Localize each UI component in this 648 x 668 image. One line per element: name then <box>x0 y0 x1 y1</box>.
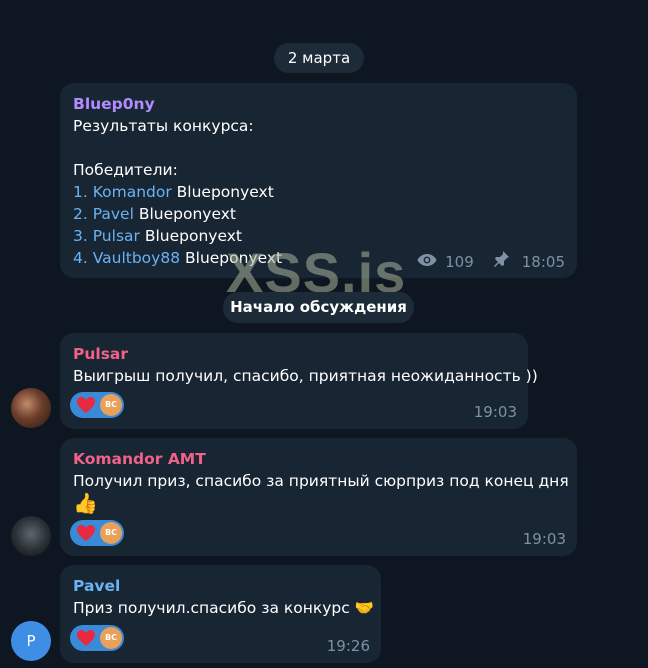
comment-text: Получил приз, спасибо за приятный сюрпри… <box>73 472 569 490</box>
date-separator: 2 марта <box>274 43 364 73</box>
winner-link[interactable]: Pulsar <box>93 227 140 245</box>
message-time: 19:03 <box>522 530 566 548</box>
message-time: 19:03 <box>473 403 517 421</box>
winner-row: 3. Pulsar Blueponyext <box>73 225 564 247</box>
reaction-avatar: ВС <box>100 522 122 544</box>
post-sender[interactable]: Bluep0ny <box>73 93 564 115</box>
winner-number: 3. <box>73 227 88 245</box>
reaction-chip[interactable]: ВС <box>70 392 124 418</box>
avatar[interactable]: P <box>11 621 51 661</box>
comment-message: Pavel Приз получил.спасибо за конкурс 🤝 … <box>60 565 381 663</box>
winner-suffix: Blueponyext <box>185 249 283 267</box>
heart-icon <box>77 525 95 541</box>
pin-icon <box>492 250 510 274</box>
eye-icon <box>417 251 437 273</box>
winner-suffix: Blueponyext <box>144 227 242 245</box>
winner-link[interactable]: Komandor <box>93 183 172 201</box>
heart-icon <box>77 630 95 646</box>
comment-message: Pulsar Выигрыш получил, спасибо, приятна… <box>60 333 538 429</box>
comment-sender[interactable]: Pulsar <box>73 343 515 365</box>
reaction-avatar: ВС <box>100 394 122 416</box>
reaction-chip[interactable]: ВС <box>70 520 124 546</box>
winner-link[interactable]: Vaultboy88 <box>93 249 180 267</box>
comment-message: Komandor AMT Получил приз, спасибо за пр… <box>60 438 577 556</box>
winner-suffix: Blueponyext <box>176 183 274 201</box>
winner-row: 2. Pavel Blueponyext <box>73 203 564 225</box>
post-meta: 109 18:05 <box>417 250 565 274</box>
emoji-line: 👍 <box>73 492 564 516</box>
post-time: 18:05 <box>521 253 565 271</box>
post-heading: Результаты конкурса: <box>73 117 254 135</box>
winner-link[interactable]: Pavel <box>93 205 134 223</box>
reaction-chip[interactable]: ВС <box>70 625 124 651</box>
channel-post: Bluep0ny Результаты конкурса: Победители… <box>60 83 577 278</box>
winner-number: 1. <box>73 183 88 201</box>
heart-icon <box>77 397 95 413</box>
winner-row: 1. Komandor Blueponyext <box>73 181 564 203</box>
reaction-avatar: ВС <box>100 627 122 649</box>
comment-sender[interactable]: Komandor AMT <box>73 448 564 470</box>
avatar[interactable] <box>11 516 51 556</box>
winner-suffix: Blueponyext <box>138 205 236 223</box>
views-count: 109 <box>445 253 474 271</box>
comment-text: Выигрыш получил, спасибо, приятная неожи… <box>73 367 538 385</box>
message-time: 19:26 <box>326 637 370 655</box>
post-winners-title: Победители: <box>73 161 178 179</box>
comment-text: Приз получил.спасибо за конкурс 🤝 <box>73 599 374 617</box>
avatar[interactable] <box>11 388 51 428</box>
thumbs-up-icon: 👍 <box>73 491 98 515</box>
winner-number: 2. <box>73 205 88 223</box>
comment-sender[interactable]: Pavel <box>73 575 368 597</box>
discussion-start-label: Начало обсуждения <box>223 292 414 323</box>
winner-number: 4. <box>73 249 88 267</box>
